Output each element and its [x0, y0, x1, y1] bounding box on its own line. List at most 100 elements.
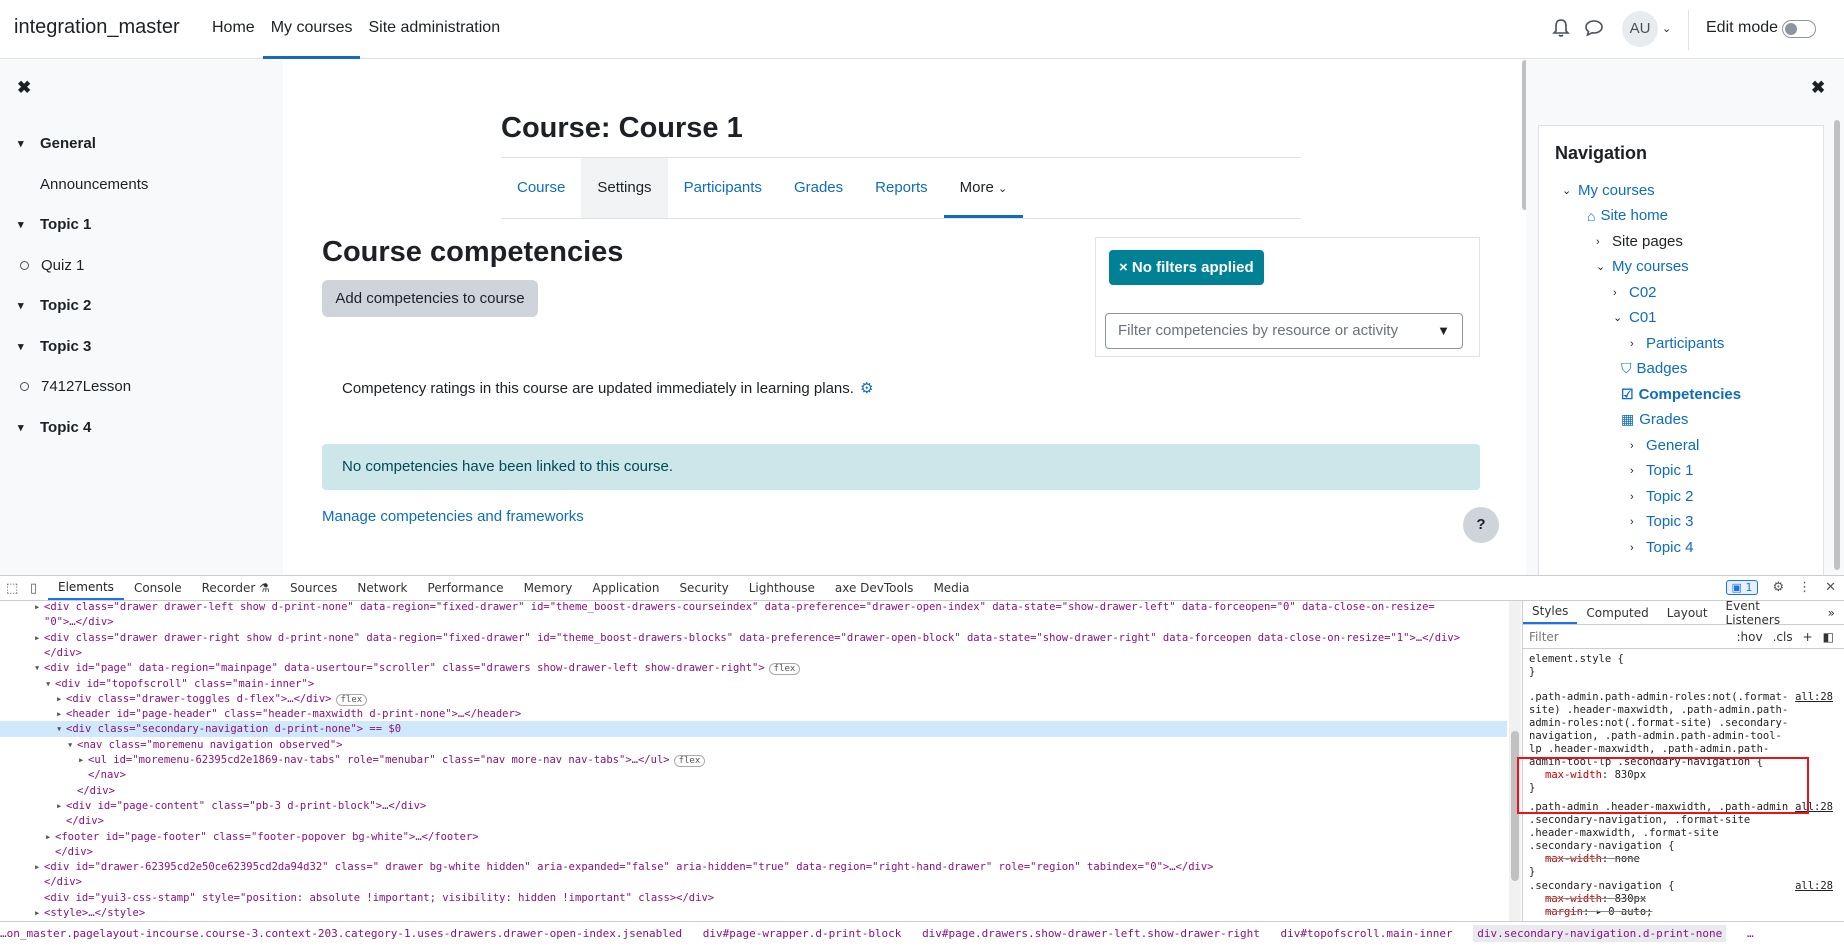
- chevron-right-icon[interactable]: ›: [1630, 440, 1646, 452]
- dom-node-line[interactable]: ▸ <ul id="moremenu-62395cd2e1869-nav-tabs…: [0, 752, 1507, 768]
- dom-node-line[interactable]: ▸ <style>…</style>: [0, 905, 1507, 921]
- manage-competencies-link[interactable]: Manage competencies and frameworks: [322, 508, 584, 525]
- chevron-down-icon[interactable]: ▾: [18, 299, 40, 312]
- dom-node-line[interactable]: ▸ <div id="drawer-62395cd2e50ce62395cd2da…: [0, 859, 1507, 875]
- devtools-tab-axe[interactable]: axe DevTools: [825, 581, 924, 595]
- breadcrumb-body[interactable]: …on_master.pagelayout-incourse.course-3.…: [0, 927, 682, 940]
- tab-reports[interactable]: Reports: [859, 158, 944, 218]
- help-button[interactable]: ?: [1463, 507, 1499, 543]
- course-index-section-general[interactable]: ▾ General: [18, 135, 96, 152]
- bell-icon[interactable]: [1552, 18, 1570, 38]
- dom-node-line[interactable]: </div>: [0, 783, 1507, 799]
- breadcrumb-page-wrapper[interactable]: div#page-wrapper.d-print-block: [703, 927, 902, 940]
- expand-triangle-icon[interactable]: ▸: [78, 752, 88, 768]
- add-competencies-button[interactable]: Add competencies to course: [322, 280, 538, 317]
- expand-triangle-icon[interactable]: ▾: [56, 721, 66, 737]
- dom-node-line[interactable]: <div id="yui3-css-stamp" style="position…: [0, 890, 1507, 906]
- tree-item-grades[interactable]: ▦ Grades: [1621, 411, 1688, 428]
- styles-tab-event-listeners[interactable]: Event Listeners: [1717, 599, 1819, 627]
- devtools-tab-recorder[interactable]: Recorder ⚗: [192, 581, 280, 595]
- new-rule-button[interactable]: +: [1803, 630, 1813, 644]
- chevron-right-icon[interactable]: ›: [1630, 516, 1646, 528]
- chevron-right-icon[interactable]: ›: [1630, 465, 1646, 477]
- tree-item-my-courses[interactable]: ⌄ My courses: [1562, 182, 1655, 199]
- gear-icon[interactable]: ⚙: [1772, 580, 1784, 595]
- chevron-right-icon[interactable]: ›: [1596, 236, 1612, 248]
- chevron-down-icon[interactable]: ⌄: [1596, 260, 1612, 273]
- breadcrumb-secondary-navigation[interactable]: div.secondary-navigation.d-print-none: [1473, 925, 1727, 942]
- expand-triangle-icon[interactable]: ▸: [34, 859, 44, 875]
- chevron-down-icon[interactable]: ▾: [18, 137, 40, 150]
- inspect-icon[interactable]: ⬚: [6, 581, 24, 596]
- dom-node-line[interactable]: ▸ <div class="drawer drawer-right show d-…: [0, 630, 1507, 646]
- devtools-tab-performance[interactable]: Performance: [418, 581, 514, 595]
- tab-more[interactable]: More ⌄: [943, 158, 1024, 218]
- devtools-tab-media[interactable]: Media: [923, 581, 979, 595]
- gear-icon[interactable]: ⚙: [860, 380, 873, 397]
- dom-node-line[interactable]: </nav>: [0, 767, 1507, 783]
- tree-item-badges[interactable]: ⛉ Badges: [1621, 360, 1687, 377]
- css-declaration[interactable]: max-width: none: [1529, 853, 1839, 866]
- tree-item-c02[interactable]: › C02: [1613, 284, 1657, 301]
- site-brand[interactable]: integration_master: [14, 16, 180, 39]
- kebab-menu-icon[interactable]: ⋮: [1798, 580, 1811, 595]
- tree-item-site-home[interactable]: ⌂ Site home: [1587, 207, 1668, 224]
- flex-badge[interactable]: flex: [768, 663, 801, 676]
- close-icon[interactable]: ✖: [1811, 78, 1825, 98]
- cls-toggle[interactable]: .cls: [1773, 630, 1793, 644]
- expand-triangle-icon[interactable]: ▸: [34, 601, 44, 615]
- chevron-right-icon[interactable]: ›: [1630, 491, 1646, 503]
- css-source-link[interactable]: all:28: [1795, 691, 1833, 704]
- css-declaration[interactable]: max-width: 830px: [1529, 893, 1839, 906]
- dom-node-line[interactable]: </div>: [0, 874, 1507, 890]
- dom-node-line[interactable]: </div>: [0, 813, 1507, 829]
- devtools-tab-security[interactable]: Security: [669, 581, 738, 595]
- drawer-scrollbar[interactable]: [1834, 120, 1840, 570]
- styles-tab-computed[interactable]: Computed: [1577, 606, 1657, 620]
- dom-node-line[interactable]: ▾ <nav class="moremenu navigation observe…: [0, 737, 1507, 753]
- tab-grades[interactable]: Grades: [778, 158, 859, 218]
- styles-tab-layout[interactable]: Layout: [1658, 606, 1717, 620]
- dom-node-line[interactable]: ▸ <div id="page-content" class="pb-3 d-pr…: [0, 798, 1507, 814]
- tree-item-c01[interactable]: ⌄ C01: [1613, 309, 1657, 326]
- chevron-down-icon[interactable]: ▾: [18, 218, 40, 231]
- tree-item-general[interactable]: › General: [1630, 437, 1699, 454]
- devtools-tab-application[interactable]: Application: [582, 581, 669, 595]
- course-index-section-topic-1[interactable]: ▾ Topic 1: [18, 216, 91, 233]
- dom-node-line[interactable]: ▾ <div id="page" data-region="mainpage" d…: [0, 660, 1507, 676]
- dom-node-line[interactable]: ▾ <div id="topofscroll" class="main-inner…: [0, 676, 1507, 692]
- dom-node-line[interactable]: </div>: [0, 645, 1507, 661]
- dom-node-line[interactable]: ▸ <header id="page-header" class="header-…: [0, 706, 1507, 722]
- expand-triangle-icon[interactable]: ▸: [45, 829, 55, 845]
- dom-node-line[interactable]: ▸ <div class="drawer-toggles d-flex">…</d…: [0, 691, 1507, 707]
- chat-icon[interactable]: [1584, 19, 1604, 37]
- chevron-right-icon[interactable]: ›: [1613, 287, 1629, 299]
- devtools-tab-memory[interactable]: Memory: [514, 581, 583, 595]
- breadcrumb-more[interactable]: …: [1747, 927, 1754, 940]
- expand-triangle-icon[interactable]: ▾: [45, 676, 55, 692]
- dom-node-line[interactable]: ▾ <div class="secondary-navigation d-prin…: [0, 721, 1507, 738]
- course-index-activity-lesson[interactable]: 74127Lesson: [18, 378, 131, 395]
- course-index-section-topic-4[interactable]: ▾ Topic 4: [18, 419, 91, 436]
- styles-filter-input[interactable]: Filter: [1529, 630, 1559, 644]
- dom-node-line[interactable]: </div>: [0, 844, 1507, 860]
- expand-triangle-icon[interactable]: ▸: [56, 706, 66, 722]
- issues-badge[interactable]: ▣ 1: [1725, 580, 1759, 595]
- tree-item-site-pages[interactable]: › Site pages: [1596, 233, 1683, 250]
- devtools-tab-sources[interactable]: Sources: [280, 581, 347, 595]
- devtools-tab-console[interactable]: Console: [124, 581, 192, 595]
- chevron-down-icon[interactable]: ⌄: [1562, 184, 1578, 197]
- breadcrumb-topofscroll[interactable]: div#topofscroll.main-inner: [1280, 927, 1452, 940]
- expand-triangle-icon[interactable]: ▾: [34, 660, 44, 676]
- css-source-link[interactable]: all:28: [1795, 880, 1833, 893]
- tab-course[interactable]: Course: [501, 158, 581, 218]
- nav-site-administration[interactable]: Site administration: [360, 0, 508, 59]
- styles-tab-styles[interactable]: Styles: [1523, 601, 1578, 624]
- close-icon[interactable]: ✖: [17, 78, 31, 98]
- dom-node-line[interactable]: "0">…</div>: [0, 614, 1507, 630]
- css-declaration[interactable]: margin: ▸ 0 auto;: [1529, 906, 1839, 919]
- dom-node-line[interactable]: ▸ <footer id="page-footer" class="footer-…: [0, 829, 1507, 845]
- chevron-right-icon[interactable]: ›: [1630, 338, 1646, 350]
- course-index-section-topic-3[interactable]: ▾ Topic 3: [18, 338, 91, 355]
- devtools-tab-network[interactable]: Network: [347, 581, 417, 595]
